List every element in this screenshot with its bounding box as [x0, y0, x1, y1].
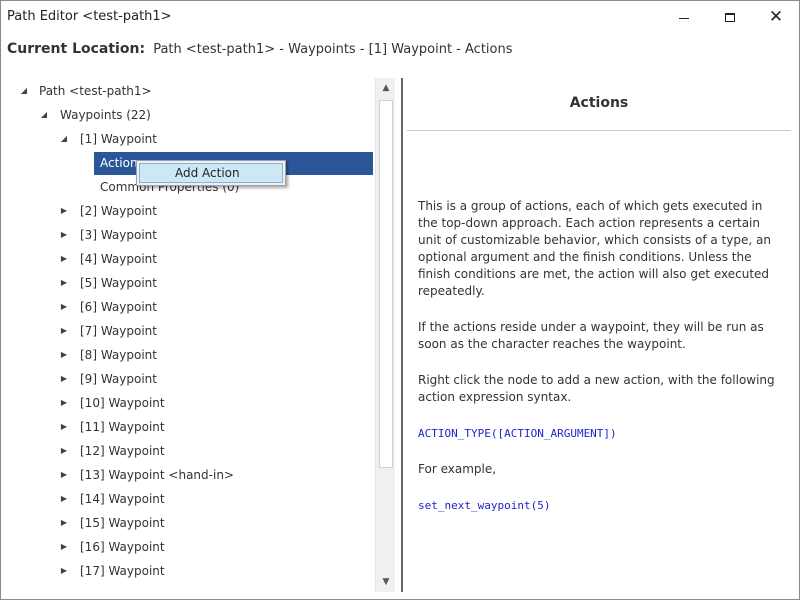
tree-node-label: [11] Waypoint — [80, 420, 165, 434]
tree-node-waypoint[interactable]: ▶ [8] Waypoint — [7, 343, 367, 367]
scrollbar-thumb[interactable] — [379, 100, 393, 468]
info-paragraph: If the actions reside under a waypoint, … — [418, 320, 764, 351]
example-label: For example, — [418, 462, 497, 476]
caret-down-icon: ▼ — [382, 577, 390, 587]
minimize-button[interactable] — [661, 1, 707, 33]
expand-arrow-icon[interactable]: ▶ — [59, 487, 69, 511]
tree-node-waypoint[interactable]: ▶ [6] Waypoint — [7, 295, 367, 319]
tree-view[interactable]: ◢ Path <test-path1> ◢ Waypoints (22) ◢ [… — [7, 78, 375, 592]
tree-node-waypoint[interactable]: ▶ [4] Waypoint — [7, 247, 367, 271]
tree-node-label: [2] Waypoint — [80, 204, 157, 218]
expand-arrow-icon[interactable]: ▶ — [59, 535, 69, 559]
tree-node-label: Path <test-path1> — [39, 84, 152, 98]
add-action-menu-item[interactable]: Add Action — [139, 163, 283, 183]
maximize-button[interactable] — [707, 1, 753, 33]
tree-scrollbar[interactable]: ▲ ▼ — [375, 78, 395, 592]
tree-node-waypoint[interactable]: ▶ [5] Waypoint — [7, 271, 367, 295]
tree-node-waypoint[interactable]: ▶ [16] Waypoint — [7, 535, 367, 559]
expand-arrow-icon[interactable]: ▶ — [59, 271, 69, 295]
tree-node-label: [9] Waypoint — [80, 372, 157, 386]
expand-arrow-icon[interactable]: ▶ — [59, 319, 69, 343]
caret-up-icon: ▲ — [382, 83, 390, 93]
tree-node-waypoint[interactable]: ▶ [17] Waypoint — [7, 559, 367, 583]
window-title: Path Editor <test-path1> — [7, 9, 172, 24]
tree-node-waypoint[interactable]: ▶ [7] Waypoint — [7, 319, 367, 343]
tree-node-waypoint[interactable]: ▶ [10] Waypoint — [7, 391, 367, 415]
expand-arrow-icon[interactable]: ▶ — [59, 439, 69, 463]
tree-node-label: [4] Waypoint — [80, 252, 157, 266]
expand-arrow-icon[interactable]: ▶ — [59, 199, 69, 223]
add-action-label: Add Action — [175, 166, 240, 180]
tree-node-label: [3] Waypoint — [80, 228, 157, 242]
close-icon: ✕ — [768, 6, 784, 27]
tree-node-label: [5] Waypoint — [80, 276, 157, 290]
tree-node-root[interactable]: ◢ Path <test-path1> — [7, 79, 367, 103]
info-divider — [407, 130, 791, 131]
tree-node-waypoint[interactable]: ▶ [15] Waypoint — [7, 511, 367, 535]
collapse-arrow-icon[interactable]: ◢ — [19, 79, 29, 103]
context-menu: Add Action — [136, 160, 286, 186]
expand-arrow-icon[interactable]: ▶ — [59, 559, 69, 583]
tree-node-label: [14] Waypoint — [80, 492, 165, 506]
maximize-icon — [725, 12, 735, 22]
tree-node-label: [1] Waypoint — [80, 132, 157, 146]
tree-node-label: [17] Waypoint — [80, 564, 165, 578]
info-paragraph: This is a group of actions, each of whic… — [418, 199, 771, 298]
pane-splitter[interactable] — [401, 78, 403, 592]
tree-node-waypoint[interactable]: ▶ [14] Waypoint — [7, 487, 367, 511]
expand-arrow-icon[interactable]: ▶ — [59, 247, 69, 271]
current-location-label: Current Location: — [7, 41, 146, 57]
tree-node-waypoint[interactable]: ▶ [2] Waypoint — [7, 199, 367, 223]
tree-node-label: [13] Waypoint <hand-in> — [80, 468, 234, 482]
example-code: set_next_waypoint(5) — [418, 499, 551, 512]
scroll-down-button[interactable]: ▼ — [376, 572, 396, 592]
tree-node-waypoint[interactable]: ▶ [9] Waypoint — [7, 367, 367, 391]
expand-arrow-icon[interactable]: ▶ — [59, 223, 69, 247]
tree-node-label: [7] Waypoint — [80, 324, 157, 338]
tree-node-waypoint-1[interactable]: ◢ [1] Waypoint — [7, 127, 367, 151]
minimize-icon — [679, 17, 689, 19]
tree-node-waypoint[interactable]: ▶ [11] Waypoint — [7, 415, 367, 439]
tree-node-waypoint[interactable]: ▶ [13] Waypoint <hand-in> — [7, 463, 367, 487]
expand-arrow-icon[interactable]: ▶ — [59, 295, 69, 319]
expand-arrow-icon[interactable]: ▶ — [59, 367, 69, 391]
info-body: This is a group of actions, each of whic… — [418, 198, 783, 533]
info-title: Actions — [569, 95, 629, 111]
tree-node-label: [15] Waypoint — [80, 516, 165, 530]
tree-node-label: [10] Waypoint — [80, 396, 165, 410]
close-button[interactable]: ✕ — [753, 1, 799, 33]
collapse-arrow-icon[interactable]: ◢ — [59, 127, 69, 151]
collapse-arrow-icon[interactable]: ◢ — [39, 103, 49, 127]
syntax-code: ACTION_TYPE([ACTION_ARGUMENT]) — [418, 427, 617, 440]
current-location-path: Path <test-path1> - Waypoints - [1] Wayp… — [153, 42, 513, 57]
expand-arrow-icon[interactable]: ▶ — [59, 511, 69, 535]
tree-node-waypoint[interactable]: ▶ [12] Waypoint — [7, 439, 367, 463]
tree-node-label: Waypoints (22) — [60, 108, 151, 122]
path-editor-window: Path Editor <test-path1> ✕ Current Locat… — [0, 0, 800, 600]
expand-arrow-icon[interactable]: ▶ — [59, 415, 69, 439]
info-paragraph: Right click the node to add a new action… — [418, 373, 775, 404]
expand-arrow-icon[interactable]: ▶ — [59, 343, 69, 367]
tree-node-label: [16] Waypoint — [80, 540, 165, 554]
tree-node-label: [6] Waypoint — [80, 300, 157, 314]
expand-arrow-icon[interactable]: ▶ — [59, 463, 69, 487]
expand-arrow-icon[interactable]: ▶ — [59, 391, 69, 415]
current-location: Current Location: Path <test-path1> - Wa… — [7, 41, 513, 57]
title-bar: Path Editor <test-path1> ✕ — [1, 1, 799, 33]
info-pane: Actions This is a group of actions, each… — [407, 78, 791, 592]
tree-node-label: [8] Waypoint — [80, 348, 157, 362]
tree-node-label: [12] Waypoint — [80, 444, 165, 458]
scroll-up-button[interactable]: ▲ — [376, 78, 396, 98]
tree-node-waypoints[interactable]: ◢ Waypoints (22) — [7, 103, 367, 127]
tree-node-waypoint[interactable]: ▶ [3] Waypoint — [7, 223, 367, 247]
